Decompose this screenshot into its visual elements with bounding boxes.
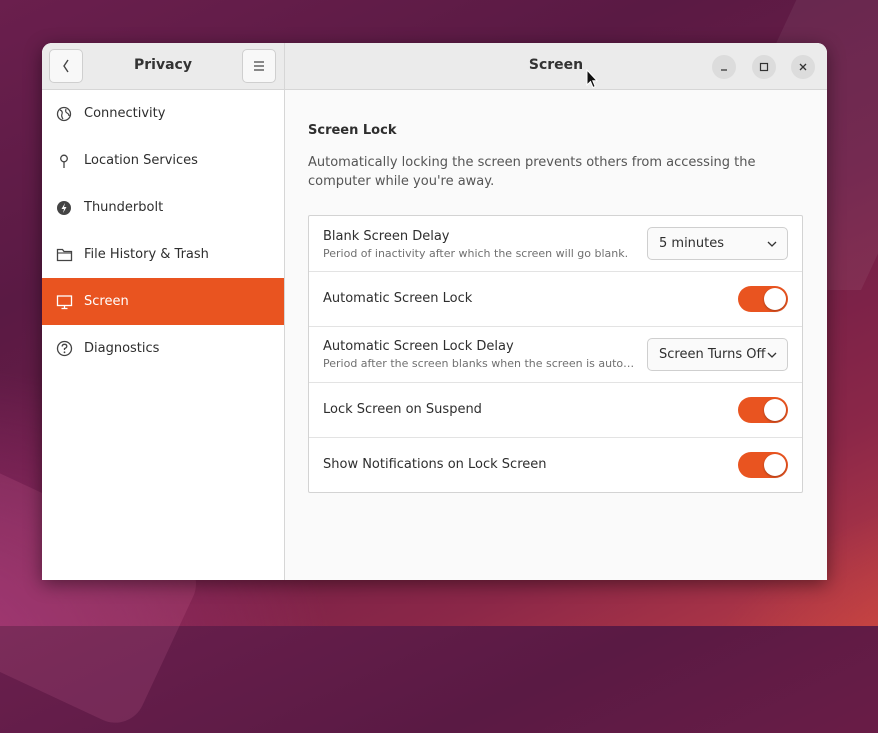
row-subtitle: Period of inactivity after which the scr… — [323, 247, 629, 260]
row-label: Show Notifications on Lock Screen — [323, 457, 547, 472]
dropdown-value: Screen Turns Off — [659, 347, 766, 362]
sidebar: Privacy Connectivity Location Services T… — [42, 43, 285, 580]
monitor-icon — [55, 293, 73, 311]
close-button[interactable] — [791, 55, 815, 79]
sidebar-item-label: Location Services — [84, 153, 198, 168]
content-pane: Screen Screen Lock Automatically locking… — [285, 43, 827, 580]
close-icon — [799, 63, 807, 71]
sidebar-item-screen[interactable]: Screen — [42, 278, 284, 325]
sidebar-item-label: Diagnostics — [84, 341, 160, 356]
blank-screen-delay-row: Blank Screen Delay Period of inactivity … — [309, 216, 802, 272]
sidebar-item-label: Screen — [84, 294, 129, 309]
blank-screen-delay-dropdown[interactable]: 5 minutes — [647, 227, 788, 260]
show-notifications-row: Show Notifications on Lock Screen — [309, 438, 802, 492]
settings-window: Privacy Connectivity Location Services T… — [42, 43, 827, 580]
page-title: Screen — [528, 57, 584, 73]
lock-screen-on-suspend-row: Lock Screen on Suspend — [309, 383, 802, 438]
sidebar-item-connectivity[interactable]: Connectivity — [42, 90, 284, 137]
content-header: Screen — [285, 43, 827, 90]
automatic-screen-lock-toggle[interactable] — [738, 286, 788, 312]
maximize-button[interactable] — [752, 55, 776, 79]
chevron-down-icon — [767, 352, 777, 358]
help-icon — [55, 340, 73, 358]
sidebar-item-file-history[interactable]: File History & Trash — [42, 231, 284, 278]
lock-on-suspend-toggle[interactable] — [738, 397, 788, 423]
toggle-knob — [764, 288, 786, 310]
toggle-knob — [764, 454, 786, 476]
automatic-screen-lock-delay-row: Automatic Screen Lock Delay Period after… — [309, 327, 802, 383]
sidebar-item-label: File History & Trash — [84, 247, 209, 262]
automatic-screen-lock-row: Automatic Screen Lock — [309, 272, 802, 327]
folder-icon — [55, 246, 73, 264]
lock-delay-dropdown[interactable]: Screen Turns Off — [647, 338, 788, 371]
dropdown-value: 5 minutes — [659, 236, 725, 251]
menu-button[interactable] — [242, 49, 276, 83]
sidebar-item-label: Thunderbolt — [84, 200, 164, 215]
minimize-icon — [721, 69, 727, 71]
chevron-down-icon — [767, 241, 777, 247]
minimize-button[interactable] — [712, 55, 736, 79]
mouse-pointer-icon — [586, 69, 598, 89]
sidebar-item-label: Connectivity — [84, 106, 166, 121]
thunderbolt-icon — [55, 199, 73, 217]
screen-lock-settings-list: Blank Screen Delay Period of inactivity … — [308, 215, 803, 493]
row-label: Automatic Screen Lock Delay — [323, 339, 514, 354]
sidebar-nav: Connectivity Location Services Thunderbo… — [42, 90, 284, 372]
sidebar-item-location-services[interactable]: Location Services — [42, 137, 284, 184]
sidebar-item-diagnostics[interactable]: Diagnostics — [42, 325, 284, 372]
row-subtitle: Period after the screen blanks when the … — [323, 357, 635, 370]
row-label: Automatic Screen Lock — [323, 291, 473, 306]
globe-icon — [55, 105, 73, 123]
sidebar-item-thunderbolt[interactable]: Thunderbolt — [42, 184, 284, 231]
show-notifications-toggle[interactable] — [738, 452, 788, 478]
hamburger-icon — [254, 61, 264, 71]
section-title: Screen Lock — [308, 123, 397, 138]
row-label: Blank Screen Delay — [323, 229, 450, 244]
maximize-icon — [759, 62, 769, 72]
location-pin-icon — [55, 152, 73, 170]
sidebar-header: Privacy — [42, 43, 284, 90]
row-label: Lock Screen on Suspend — [323, 402, 482, 417]
toggle-knob — [764, 399, 786, 421]
section-description: Automatically locking the screen prevent… — [308, 155, 756, 189]
